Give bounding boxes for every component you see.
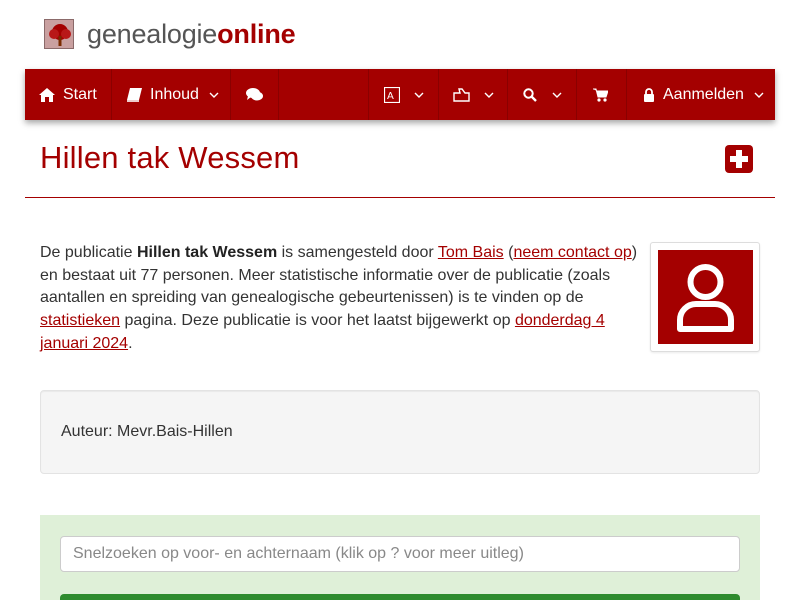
- nav-start-label: Start: [63, 85, 97, 103]
- author-avatar[interactable]: [650, 242, 760, 352]
- main-navbar: Start Inhoud A Aanmelden: [25, 69, 775, 120]
- chevron-down-icon: [552, 92, 562, 98]
- nav-search[interactable]: [523, 69, 562, 120]
- nav-forum[interactable]: [246, 69, 263, 120]
- hand-point-icon: [453, 87, 470, 102]
- brand-name: genealogieonline: [87, 18, 296, 49]
- user-icon: [677, 264, 734, 332]
- page-title: Hillen tak Wessem: [40, 140, 300, 175]
- chevron-down-icon: [484, 92, 494, 98]
- tree-logo-icon: [44, 19, 74, 49]
- statistics-link[interactable]: statistieken: [40, 312, 120, 329]
- nav-start[interactable]: Start: [39, 69, 97, 120]
- site-logo[interactable]: genealogieonline: [44, 16, 296, 52]
- nav-aanmelden-label: Aanmelden: [663, 85, 744, 103]
- search-icon: [523, 87, 537, 102]
- chevron-down-icon: [209, 92, 219, 98]
- book-icon: [127, 87, 142, 102]
- author-box: Auteur: Mevr.Bais-Hillen: [40, 390, 760, 474]
- nav-language[interactable]: A: [384, 69, 424, 120]
- comments-icon: [246, 88, 263, 101]
- nav-inhoud-label: Inhoud: [150, 85, 199, 103]
- publication-name: Hillen tak Wessem: [136, 244, 278, 261]
- home-icon: [39, 87, 55, 102]
- search-button[interactable]: [60, 594, 740, 600]
- quick-search-input[interactable]: [60, 536, 740, 572]
- nav-aanmelden[interactable]: Aanmelden: [643, 69, 764, 120]
- nav-shop[interactable]: [593, 69, 608, 120]
- author-text: Auteur: Mevr.Bais-Hillen: [61, 423, 233, 440]
- author-link[interactable]: Tom Bais: [438, 244, 504, 261]
- nav-hand[interactable]: [453, 69, 494, 120]
- chevron-down-icon: [414, 92, 424, 98]
- title-divider: [25, 197, 775, 198]
- chevron-down-icon: [754, 92, 764, 98]
- nav-inhoud[interactable]: Inhoud: [127, 69, 219, 120]
- lock-icon: [644, 87, 654, 102]
- publication-description: De publicatie Hillen tak Wessem is samen…: [40, 244, 638, 352]
- svg-text:A: A: [387, 91, 394, 102]
- quick-search-panel: [40, 515, 760, 600]
- contact-link[interactable]: neem contact op: [513, 244, 631, 261]
- plus-square-icon[interactable]: [725, 145, 753, 173]
- language-icon: A: [384, 86, 400, 103]
- shopping-cart-icon: [593, 88, 608, 102]
